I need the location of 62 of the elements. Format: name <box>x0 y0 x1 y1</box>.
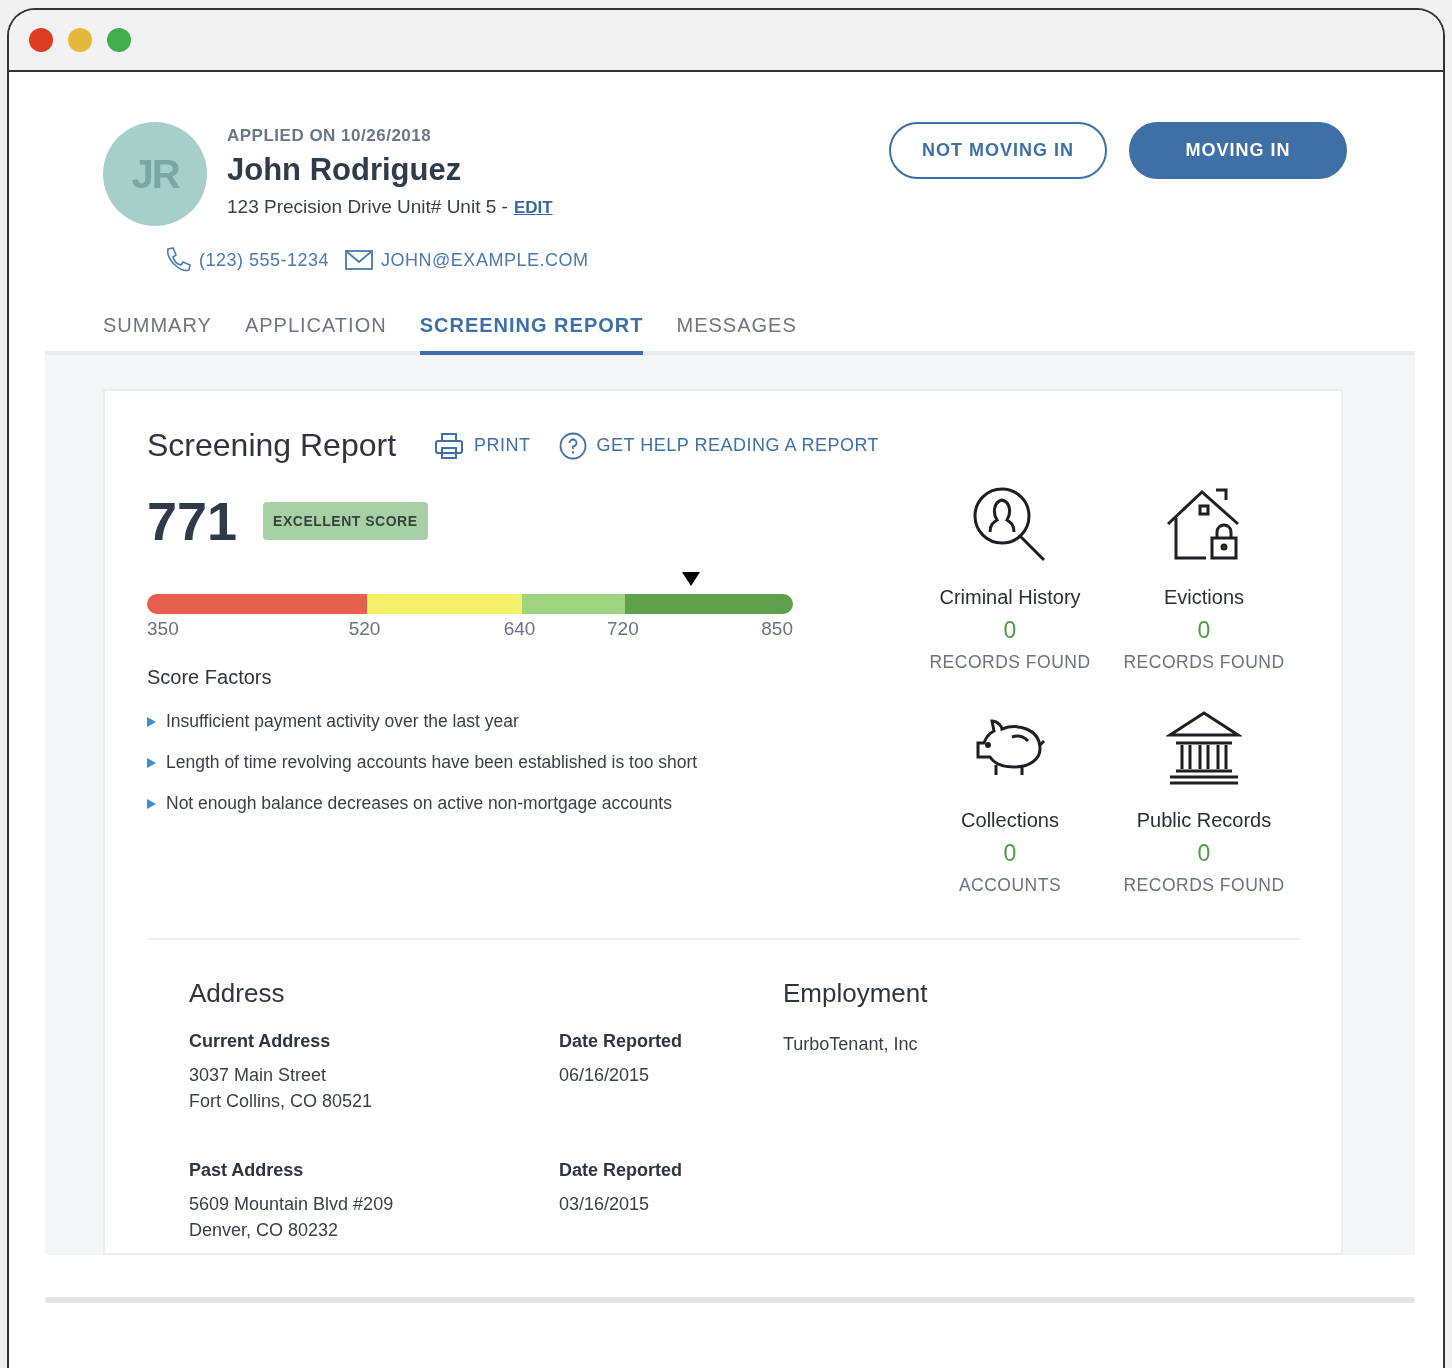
window-control[interactable] <box>29 28 53 52</box>
record-unit: RECORDS FOUND <box>929 652 1091 673</box>
credit-score: 771 <box>147 490 238 552</box>
magnifier-person-icon <box>972 486 1048 562</box>
address-line: 3037 Main Street <box>189 1064 328 1087</box>
record-title: Collections <box>961 809 1059 832</box>
date-value: 06/16/2015 <box>559 1064 651 1087</box>
bullet-icon <box>147 798 156 809</box>
print-link[interactable]: PRINT <box>434 431 531 460</box>
report-title: Screening Report <box>147 427 397 464</box>
record-title: Criminal History <box>939 586 1081 609</box>
record-unit: RECORDS FOUND <box>1123 875 1285 896</box>
scale-label: 350 <box>147 618 179 640</box>
score-badge: EXCELLENT SCORE <box>263 502 428 540</box>
score-factor: Not enough balance decreases on active non-mortgage accounts <box>166 793 672 814</box>
scale-label: 720 <box>607 618 639 640</box>
section-heading: Address <box>189 978 286 1009</box>
date-value: 03/16/2015 <box>559 1193 651 1216</box>
mail-icon <box>345 250 374 270</box>
applied-date: APPLIED ON 10/26/2018 <box>227 126 433 146</box>
property-address: 123 Precision Drive Unit# Unit 5 - <box>227 196 508 218</box>
score-factor: Insufficient payment activity over the last year <box>166 711 519 732</box>
tab[interactable]: MESSAGES <box>676 314 797 355</box>
section-heading: Employment <box>783 978 928 1009</box>
phone-number[interactable]: (123) 555-1234 <box>199 249 330 271</box>
record-count: 0 <box>1003 840 1017 867</box>
address-line: 5609 Mountain Blvd #209 <box>189 1193 395 1216</box>
edit-link[interactable]: EDIT <box>513 198 553 218</box>
record-unit: ACCOUNTS <box>958 875 1062 896</box>
record-count: 0 <box>1197 840 1211 867</box>
employer-name: TurboTenant, Inc <box>783 1033 919 1056</box>
field-label: Past Address <box>189 1160 305 1181</box>
score-factors-heading: Score Factors <box>147 666 273 689</box>
house-lock-icon <box>1166 486 1242 562</box>
record-unit: RECORDS FOUND <box>1123 652 1285 673</box>
scale-label: 520 <box>348 618 381 640</box>
record-count: 0 <box>1003 617 1017 644</box>
help-link[interactable]: GET HELP READING A REPORT <box>558 431 880 460</box>
record-title: Evictions <box>1164 586 1244 609</box>
courthouse-icon <box>1166 709 1242 785</box>
scale-label: 850 <box>761 618 793 640</box>
printer-icon <box>434 431 465 460</box>
moving-in-button[interactable]: MOVING IN <box>1129 122 1347 179</box>
tab[interactable]: SUMMARY <box>103 314 212 355</box>
window-control[interactable] <box>107 28 131 52</box>
record-count: 0 <box>1197 617 1211 644</box>
email-address[interactable]: JOHN@EXAMPLE.COM <box>381 249 589 271</box>
tab[interactable]: APPLICATION <box>244 314 387 355</box>
not-moving-in-button[interactable]: NOT MOVING IN <box>889 122 1107 179</box>
field-label: Date Reported <box>559 1160 684 1181</box>
bullet-icon <box>147 716 156 727</box>
help-icon <box>558 431 587 460</box>
record-title: Public Records <box>1136 809 1272 832</box>
scale-label: 640 <box>503 618 536 640</box>
field-label: Current Address <box>189 1031 332 1052</box>
field-label: Date Reported <box>559 1031 684 1052</box>
window-control[interactable] <box>68 28 92 52</box>
score-factor: Length of time revolving accounts have been established is too short <box>166 752 698 773</box>
bullet-icon <box>147 757 156 768</box>
applicant-name: John Rodriguez <box>227 152 463 188</box>
address-line: Denver, CO 80232 <box>189 1219 340 1242</box>
address-line: Fort Collins, CO 80521 <box>189 1090 374 1113</box>
